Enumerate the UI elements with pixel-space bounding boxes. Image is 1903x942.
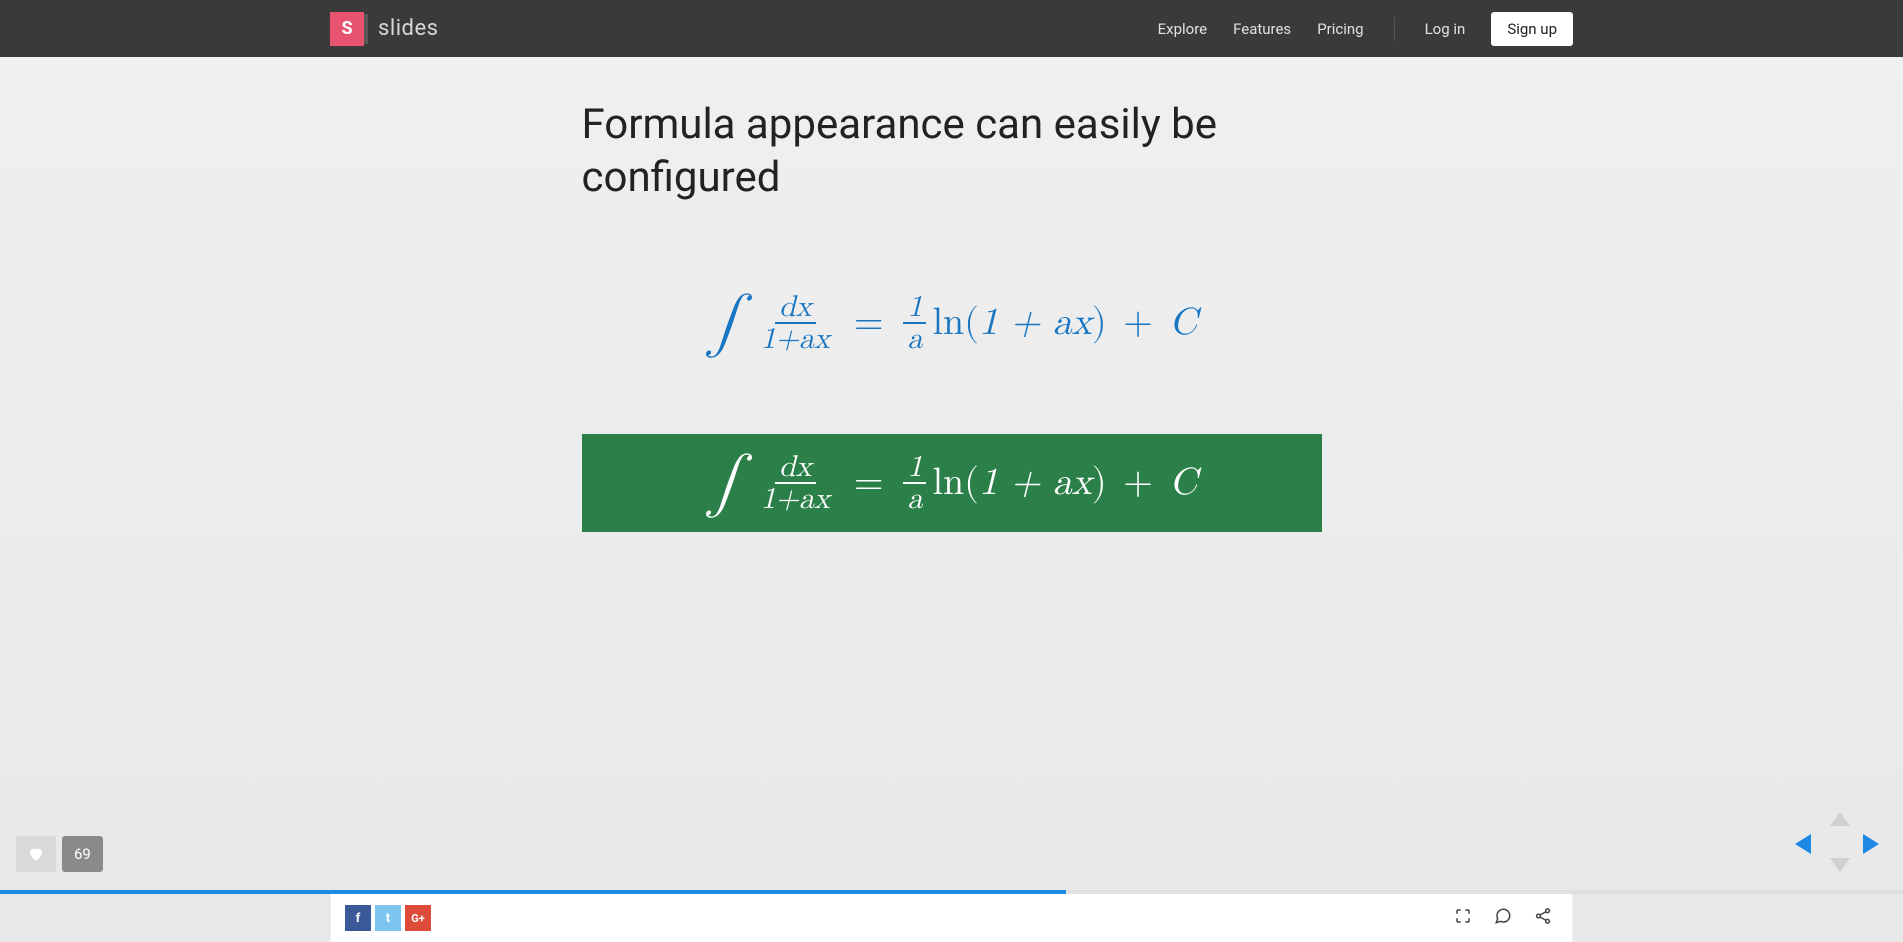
formula-blue: ∫ dx 1+ax = 1 a ln(1 + ax) + C [582, 274, 1322, 372]
formula-green: ∫ dx 1+ax = 1 a ln(1 + ax) + C [582, 434, 1322, 532]
like-count: 69 [62, 836, 103, 872]
like-button[interactable] [16, 836, 56, 872]
slide-title: Formula appearance can easily be configu… [582, 99, 1322, 204]
nav-pricing[interactable]: Pricing [1317, 20, 1363, 38]
equals: = [854, 304, 884, 342]
next-slide-button[interactable] [1863, 834, 1879, 854]
share-button[interactable] [1534, 907, 1552, 929]
fullscreen-icon [1454, 907, 1472, 925]
logo[interactable]: S slides [330, 12, 438, 46]
footer-bar: f t G+ [330, 894, 1573, 942]
stage: Formula appearance can easily be configu… [0, 57, 1903, 942]
slide: Formula appearance can easily be configu… [582, 99, 1322, 532]
social-buttons: f t G+ [345, 905, 431, 931]
nav: Explore Features Pricing Log in Sign up [1158, 12, 1883, 46]
arrow-down-icon [1830, 858, 1850, 872]
fraction-dx: dx 1+ax [757, 292, 834, 354]
heart-icon [27, 845, 45, 863]
header-bar: S slides Explore Features Pricing Log in… [0, 0, 1903, 57]
nav-arrows [1795, 812, 1879, 872]
comment-icon [1494, 907, 1512, 925]
fullscreen-button[interactable] [1454, 907, 1472, 929]
comment-button[interactable] [1494, 907, 1512, 929]
fraction-1a: 1 a [903, 292, 926, 354]
twitter-button[interactable]: t [375, 905, 401, 931]
slide-area: Formula appearance can easily be configu… [0, 57, 1903, 890]
prev-slide-button[interactable] [1795, 834, 1811, 854]
fraction-1a: 1 a [903, 452, 926, 514]
nav-explore[interactable]: Explore [1158, 20, 1208, 38]
arrow-up-icon [1830, 812, 1850, 826]
nav-divider [1394, 17, 1395, 41]
integral-symbol: ∫ [706, 454, 745, 512]
signup-button[interactable]: Sign up [1491, 12, 1573, 46]
footer-right [1454, 907, 1552, 929]
fraction-dx: dx 1+ax [757, 452, 834, 514]
integral-symbol: ∫ [706, 294, 745, 352]
facebook-button[interactable]: f [345, 905, 371, 931]
share-icon [1534, 907, 1552, 925]
logo-text: slides [378, 16, 438, 41]
nav-login[interactable]: Log in [1425, 20, 1466, 38]
formula-rest: ln(1 + ax) + C [932, 464, 1196, 502]
equals: = [854, 464, 884, 502]
formula-rest: ln(1 + ax) + C [932, 304, 1196, 342]
logo-icon: S [330, 12, 364, 46]
nav-features[interactable]: Features [1233, 20, 1291, 38]
like-wrap: 69 [16, 836, 103, 872]
googleplus-button[interactable]: G+ [405, 905, 431, 931]
